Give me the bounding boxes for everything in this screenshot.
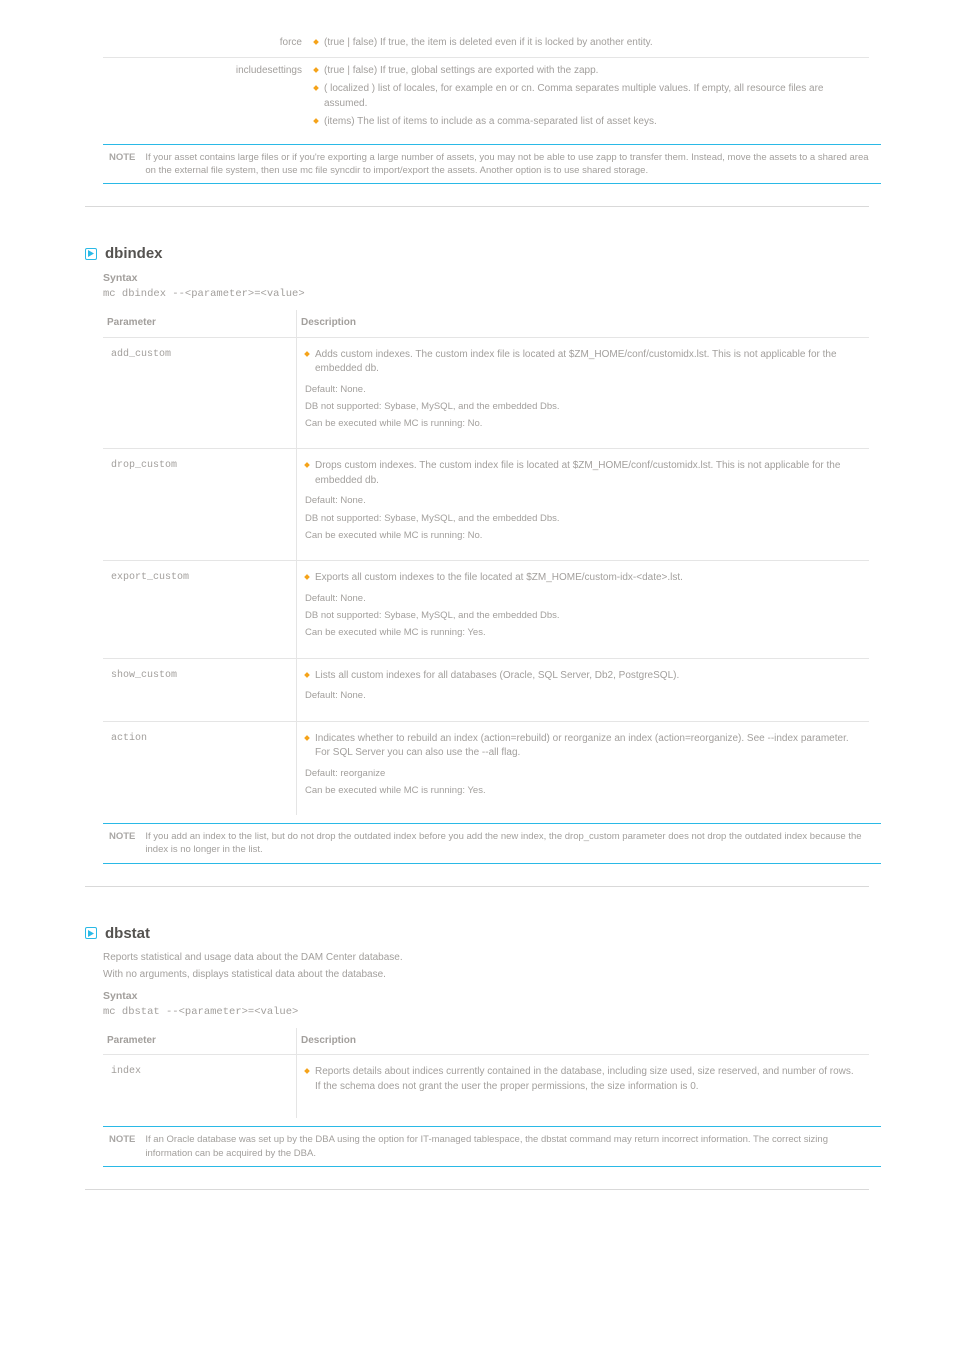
param-extra: DB not supported: Sybase, MySQL, and the… (305, 512, 861, 525)
col-header-parameter: Parameter (103, 1028, 297, 1055)
parameters-table: force (true | false) If true, the item is… (103, 30, 869, 136)
table-row: export_custom Exports all custom indexes … (103, 561, 869, 658)
param-default: Default: None. (305, 689, 861, 702)
note-box: NOTE If an Oracle database was set up by … (103, 1126, 881, 1167)
bullet-text: (true | false) If true, the item is dele… (324, 36, 653, 51)
syntax-code: mc dbindex --<parameter>=<value> (103, 288, 869, 300)
param-label: force (103, 30, 310, 57)
col-header-parameter: Parameter (103, 310, 297, 337)
note-box: NOTE If you add an index to the list, but… (103, 823, 881, 864)
section-separator (85, 886, 869, 887)
note-label: NOTE (109, 151, 135, 178)
bullet-diamond-icon (313, 85, 319, 91)
table-row: drop_custom Drops custom indexes. The cus… (103, 449, 869, 561)
section-intro: Reports statistical and usage data about… (103, 952, 869, 963)
bullet-diamond-icon (313, 67, 319, 73)
note-body: If your asset contains large files or if… (145, 151, 875, 178)
param-desc-text: Lists all custom indexes for all databas… (315, 669, 679, 684)
param-name: export_custom (103, 561, 297, 658)
param-default: Default: None. (305, 494, 861, 507)
bullet-diamond-icon (304, 735, 310, 741)
param-description: Adds custom indexes. The custom index fi… (297, 337, 870, 449)
note-box: NOTE If your asset contains large files … (103, 144, 881, 185)
section-heading: dbstat (85, 925, 869, 942)
bullet-diamond-icon (304, 351, 310, 357)
param-desc-text: Reports details about indices currently … (315, 1065, 861, 1094)
param-desc-text: Drops custom indexes. The custom index f… (315, 459, 861, 488)
table-row: add_custom Adds custom indexes. The custo… (103, 337, 869, 449)
param-description: Indicates whether to rebuild an index (a… (297, 721, 870, 815)
bullet-diamond-icon (313, 118, 319, 124)
section-separator (85, 1189, 869, 1190)
param-description: Exports all custom indexes to the file l… (297, 561, 870, 658)
bullet-diamond-icon (304, 672, 310, 678)
table-row: show_custom Lists all custom indexes for … (103, 658, 869, 721)
col-header-description: Description (297, 310, 870, 337)
note-label: NOTE (109, 1133, 135, 1160)
param-name: show_custom (103, 658, 297, 721)
param-default: Default: None. (305, 383, 861, 396)
param-label: includesettings (103, 57, 310, 136)
param-extra: Can be executed while MC is running: No. (305, 529, 861, 542)
bullet-text: ( localized ) list of locales, for examp… (324, 82, 865, 111)
bullet-text: (true | false) If true, global settings … (324, 64, 598, 79)
section-subintro: With no arguments, displays statistical … (103, 969, 869, 980)
syntax-heading: Syntax (103, 272, 869, 284)
syntax-code: mc dbstat --<parameter>=<value> (103, 1006, 869, 1018)
param-extra: Can be executed while MC is running: No. (305, 417, 861, 430)
note-body: If you add an index to the list, but do … (145, 830, 875, 857)
parameters-table: ParameterDescriptionadd_custom Adds custo… (103, 310, 869, 815)
param-description: (true | false) If true, global settings … (310, 57, 869, 136)
param-name: drop_custom (103, 449, 297, 561)
bullet-diamond-icon (304, 1068, 310, 1074)
table-row: index Reports details about indices curre… (103, 1055, 869, 1119)
section-title: dbindex (105, 245, 163, 262)
syntax-heading: Syntax (103, 990, 869, 1002)
param-default: Default: reorganize (305, 767, 861, 780)
bullet-diamond-icon (304, 463, 310, 469)
param-name: index (103, 1055, 297, 1119)
bullet-diamond-icon (313, 39, 319, 45)
param-extra: DB not supported: Sybase, MySQL, and the… (305, 400, 861, 413)
table-row: action Indicates whether to rebuild an in… (103, 721, 869, 815)
param-desc-text: Exports all custom indexes to the file l… (315, 571, 683, 586)
section-separator (85, 206, 869, 207)
param-description: Lists all custom indexes for all databas… (297, 658, 870, 721)
param-desc-text: Indicates whether to rebuild an index (a… (315, 732, 861, 761)
table-row: force (true | false) If true, the item is… (103, 30, 869, 57)
param-extra: Can be executed while MC is running: Yes… (305, 784, 861, 797)
param-description: Reports details about indices currently … (297, 1055, 870, 1119)
param-name: add_custom (103, 337, 297, 449)
param-description: Drops custom indexes. The custom index f… (297, 449, 870, 561)
section-heading: dbindex (85, 245, 869, 262)
param-extra: DB not supported: Sybase, MySQL, and the… (305, 609, 861, 622)
play-icon[interactable] (85, 248, 97, 260)
parameters-table: ParameterDescriptionindex Reports details… (103, 1028, 869, 1119)
note-label: NOTE (109, 830, 135, 857)
play-icon[interactable] (85, 927, 97, 939)
bullet-text: (items) The list of items to include as … (324, 115, 657, 130)
section-title: dbstat (105, 925, 150, 942)
table-row: includesettings (true | false) If true, g… (103, 57, 869, 136)
param-default: Default: None. (305, 592, 861, 605)
param-description: (true | false) If true, the item is dele… (310, 30, 869, 57)
param-extra: Can be executed while MC is running: Yes… (305, 626, 861, 639)
param-name: action (103, 721, 297, 815)
col-header-description: Description (297, 1028, 870, 1055)
bullet-diamond-icon (304, 575, 310, 581)
note-body: If an Oracle database was set up by the … (145, 1133, 875, 1160)
param-desc-text: Adds custom indexes. The custom index fi… (315, 348, 861, 377)
